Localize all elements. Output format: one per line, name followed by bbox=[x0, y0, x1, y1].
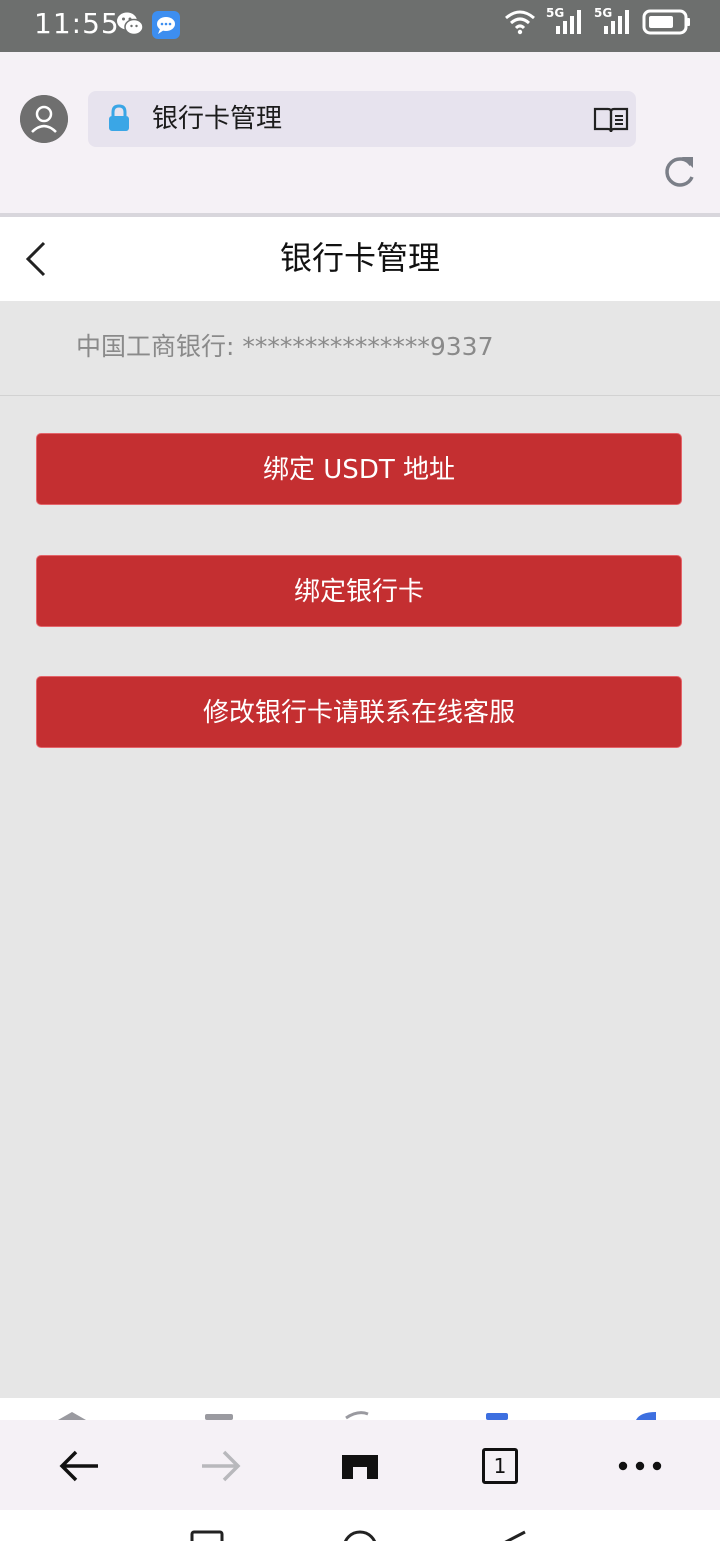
page-bottom-nav-peek bbox=[0, 1398, 720, 1420]
status-time: 11:55 bbox=[34, 7, 120, 40]
home-icon[interactable] bbox=[336, 1442, 384, 1490]
tab-count: 1 bbox=[482, 1448, 518, 1484]
battery-icon bbox=[642, 9, 690, 35]
bottom-nav-icons-peek bbox=[58, 1411, 656, 1420]
back-triangle-icon bbox=[504, 1530, 526, 1541]
message-icon bbox=[152, 11, 180, 39]
wechat-icon bbox=[117, 12, 144, 36]
status-bar: 11:55 5G 5G bbox=[0, 0, 720, 52]
modify-bank-card-button[interactable]: 修改银行卡请联系在线客服 bbox=[36, 676, 682, 748]
bind-bank-card-button[interactable]: 绑定银行卡 bbox=[36, 555, 682, 627]
signal-icon: 5G bbox=[546, 6, 584, 36]
recent-apps-icon bbox=[190, 1530, 224, 1541]
tabs-button[interactable]: 1 bbox=[476, 1442, 524, 1490]
lock-icon bbox=[109, 104, 129, 131]
browser-bottom-toolbar: 1 bbox=[0, 1420, 720, 1510]
forward-arrow-icon[interactable] bbox=[196, 1442, 244, 1490]
address-bar-text: 银行卡管理 bbox=[152, 104, 283, 134]
signal-icon-2: 5G bbox=[594, 6, 632, 36]
profile-avatar-icon[interactable] bbox=[20, 95, 68, 143]
system-nav-bar bbox=[0, 1510, 720, 1541]
address-bar[interactable]: 银行卡管理 bbox=[88, 91, 636, 147]
page-header: 银行卡管理 bbox=[0, 217, 720, 301]
back-arrow-icon[interactable] bbox=[56, 1442, 104, 1490]
system-nav-icons bbox=[190, 1530, 526, 1541]
bind-usdt-button[interactable]: 绑定 USDT 地址 bbox=[36, 433, 682, 505]
bank-card-row: 中国工商银行: ***************9337 bbox=[0, 301, 720, 396]
wifi-icon bbox=[505, 10, 535, 35]
more-menu-icon[interactable] bbox=[616, 1442, 664, 1490]
bank-card-info: 中国工商银行: ***************9337 bbox=[76, 332, 494, 361]
page-title: 银行卡管理 bbox=[279, 239, 440, 277]
reader-mode-icon[interactable] bbox=[592, 105, 630, 135]
reload-icon[interactable] bbox=[660, 151, 698, 191]
home-circle-icon bbox=[343, 1530, 377, 1541]
